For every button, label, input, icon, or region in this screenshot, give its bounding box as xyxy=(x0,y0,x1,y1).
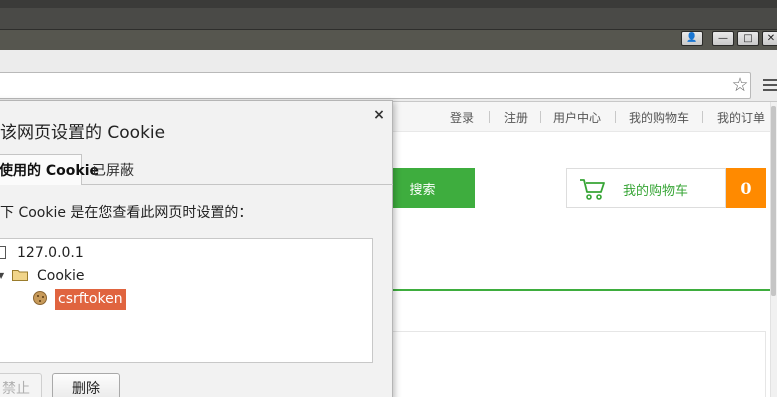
register-link[interactable]: 注册 xyxy=(504,109,528,126)
tab-strip xyxy=(0,8,777,30)
browser-menu-icon[interactable] xyxy=(763,79,777,91)
window-titlebar xyxy=(0,30,777,50)
shopping-cart-icon xyxy=(580,179,605,200)
nav-separator xyxy=(615,111,616,123)
minimize-button[interactable]: — xyxy=(712,31,734,46)
tree-node-cookie-selected[interactable]: csrftoken xyxy=(55,289,126,310)
user-icon: 👤 xyxy=(686,33,698,43)
cart-label: 我的购物车 xyxy=(623,184,689,199)
tab-allowed-cookies[interactable]: 使用的 Cookie xyxy=(0,154,99,185)
tab-blocked-cookies[interactable]: 已屏蔽 xyxy=(82,154,152,185)
scrollbar-thumb[interactable] xyxy=(771,106,776,296)
cart-count-badge: 0 xyxy=(726,168,766,208)
nav-separator xyxy=(489,111,490,123)
block-button[interactable]: 禁止 xyxy=(0,373,42,397)
os-top-panel xyxy=(0,0,777,8)
my-cart-link[interactable]: 我的购物车 xyxy=(629,109,689,126)
address-bar[interactable] xyxy=(0,72,751,99)
dialog-description: 下 Cookie 是在您查看此网页时设置的： xyxy=(0,205,253,221)
maximize-icon: □ xyxy=(743,32,753,44)
dialog-title: 该网页设置的 Cookie xyxy=(0,123,166,143)
minimize-icon: — xyxy=(718,32,728,44)
login-link[interactable]: 登录 xyxy=(450,109,474,126)
cookie-icon xyxy=(33,291,47,305)
nav-separator xyxy=(540,111,541,123)
nav-divider-line xyxy=(370,289,770,291)
user-profile-button[interactable]: 👤 xyxy=(681,31,703,46)
bookmark-star-icon[interactable]: ☆ xyxy=(729,74,751,96)
window-close-button[interactable]: ✕ xyxy=(762,31,777,46)
delete-button[interactable]: 删除 xyxy=(52,373,120,397)
tab-label: 已屏蔽 xyxy=(92,162,134,179)
close-icon: ✕ xyxy=(766,32,776,44)
user-center-link[interactable]: 用户中心 xyxy=(553,109,601,126)
maximize-button[interactable]: □ xyxy=(737,31,759,46)
expand-arrow-icon[interactable]: ▼ xyxy=(0,271,4,280)
cart-button[interactable]: 我的购物车 xyxy=(566,168,726,208)
folder-icon xyxy=(12,270,28,281)
content-panel xyxy=(378,331,766,397)
tree-node-folder[interactable]: Cookie xyxy=(37,266,85,286)
tab-divider xyxy=(82,184,393,185)
nav-separator xyxy=(702,111,703,123)
dialog-close-icon[interactable]: × xyxy=(372,106,386,124)
file-icon xyxy=(0,246,6,259)
tree-node-host[interactable]: 127.0.0.1 xyxy=(17,243,84,263)
my-orders-link[interactable]: 我的订单 xyxy=(717,109,765,126)
